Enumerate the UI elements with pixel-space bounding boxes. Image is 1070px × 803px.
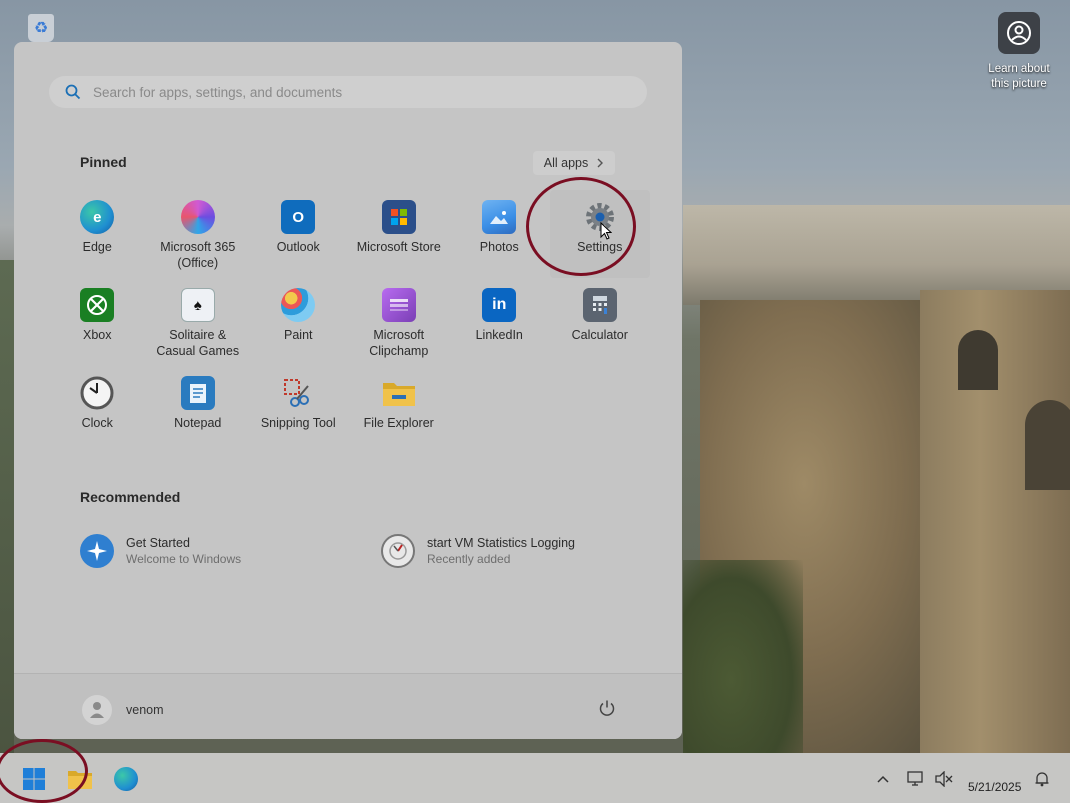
pinned-app-label: Microsoft Clipchamp: [369, 328, 429, 358]
microsoft365-icon: [180, 200, 215, 234]
power-icon: [599, 700, 615, 716]
all-apps-label: All apps: [543, 156, 589, 170]
notification-bell-icon: [1035, 772, 1049, 787]
wallpaper-arch: [958, 330, 998, 390]
volume-muted-icon: [935, 771, 953, 787]
pinned-app-label: File Explorer: [363, 416, 434, 430]
pinned-app-calculator[interactable]: Calculator: [550, 278, 651, 366]
file-explorer-icon: [382, 376, 416, 410]
wallpaper-hill: [0, 260, 14, 753]
pinned-app-solitaire[interactable]: ♠ Solitaire & Casual Games: [148, 278, 249, 366]
taskbar-edge[interactable]: [109, 762, 143, 796]
search-icon: [65, 84, 81, 100]
recycle-bin-icon: ♻: [28, 14, 54, 42]
pinned-app-paint[interactable]: Paint: [248, 278, 349, 366]
pinned-app-label: Outlook: [276, 240, 320, 254]
wallpaper-arch: [1025, 400, 1070, 490]
recommended-item-get-started[interactable]: Get Started Welcome to Windows: [80, 534, 241, 568]
windows-start-icon: [23, 768, 45, 790]
pinned-app-label: LinkedIn: [475, 328, 523, 342]
pinned-app-clipchamp[interactable]: Microsoft Clipchamp: [349, 278, 450, 366]
pinned-app-label: Edge: [82, 240, 112, 254]
notifications-button[interactable]: [1032, 769, 1052, 789]
pinned-app-outlook[interactable]: O Outlook: [248, 190, 349, 278]
pinned-app-microsoft-365[interactable]: Microsoft 365 (Office): [148, 190, 249, 278]
edge-icon: e: [80, 200, 115, 234]
pinned-app-label: Xbox: [83, 328, 112, 342]
pinned-apps-grid: e Edge Microsoft 365 (Office) O Outlook …: [47, 190, 650, 454]
pinned-app-label: Solitaire & Casual Games: [156, 328, 240, 358]
xbox-icon: [80, 288, 115, 322]
pinned-app-label: Microsoft 365 (Office): [160, 240, 236, 270]
camera-info-icon: [998, 12, 1040, 54]
power-button[interactable]: [594, 695, 620, 721]
recommended-item-subtitle: Welcome to Windows: [126, 551, 242, 566]
network-icon: [907, 771, 923, 786]
store-icon: [381, 200, 416, 234]
photos-icon: [482, 200, 517, 234]
pinned-app-xbox[interactable]: Xbox: [47, 278, 148, 366]
pinned-app-clock[interactable]: Clock: [47, 366, 148, 454]
show-hidden-icons-button[interactable]: [873, 769, 893, 789]
pinned-app-microsoft-store[interactable]: Microsoft Store: [349, 190, 450, 278]
taskbar: 5/21/2025: [0, 753, 1070, 803]
clock-icon: [80, 376, 114, 410]
search-placeholder: Search for apps, settings, and documents: [93, 84, 343, 100]
start-menu: Search for apps, settings, and documents…: [14, 42, 682, 739]
pinned-app-label: Clock: [81, 416, 113, 430]
pinned-app-label: Calculator: [571, 328, 628, 342]
taskbar-date[interactable]: 5/21/2025: [968, 780, 1021, 794]
paint-icon: [281, 288, 316, 322]
recommended-heading: Recommended: [80, 489, 181, 505]
learn-about-picture[interactable]: Learn about this picture: [982, 12, 1056, 92]
pinned-app-settings[interactable]: Settings: [549, 190, 650, 278]
volume-button[interactable]: [934, 769, 954, 789]
chevron-right-icon: [597, 158, 604, 168]
all-apps-button[interactable]: All apps: [533, 151, 615, 175]
pinned-app-label: Photos: [479, 240, 519, 254]
linkedin-icon: in: [482, 288, 517, 322]
get-started-icon: [80, 534, 114, 568]
start-menu-footer: venom: [14, 673, 682, 739]
pinned-app-photos[interactable]: Photos: [449, 190, 550, 278]
edge-icon: [114, 767, 138, 791]
solitaire-icon: ♠: [180, 288, 215, 322]
learn-about-picture-label: Learn about this picture: [988, 63, 1050, 90]
wallpaper-vegetation: [683, 560, 803, 753]
pinned-app-label: Microsoft Store: [356, 240, 441, 254]
chevron-up-icon: [877, 775, 889, 783]
pinned-app-edge[interactable]: e Edge: [47, 190, 148, 278]
user-name: venom: [126, 703, 164, 717]
network-button[interactable]: [906, 769, 926, 789]
recommended-item-title: Get Started: [126, 535, 190, 550]
pinned-app-label: Paint: [284, 328, 313, 342]
snipping-tool-icon: [281, 376, 315, 410]
pinned-app-linkedin[interactable]: in LinkedIn: [449, 278, 550, 366]
pinned-app-notepad[interactable]: Notepad: [148, 366, 249, 454]
file-explorer-icon: [68, 771, 92, 789]
notepad-icon: [180, 376, 215, 410]
clipchamp-icon: [381, 288, 416, 322]
pinned-heading: Pinned: [80, 154, 127, 170]
pinned-app-label: Notepad: [174, 416, 222, 430]
pinned-app-snipping-tool[interactable]: Snipping Tool: [248, 366, 349, 454]
search-box[interactable]: Search for apps, settings, and documents: [49, 76, 647, 108]
settings-gear-icon: [583, 200, 617, 234]
recommended-item-title: start VM Statistics Logging: [427, 535, 575, 550]
vm-statistics-icon: [381, 534, 415, 568]
user-account-button[interactable]: venom: [82, 695, 164, 725]
pinned-app-label: Snipping Tool: [260, 416, 336, 430]
pinned-app-file-explorer[interactable]: File Explorer: [349, 366, 450, 454]
recommended-item-subtitle: Recently added: [427, 551, 511, 566]
start-button[interactable]: [17, 762, 51, 796]
pinned-app-label: Settings: [577, 240, 623, 254]
recycle-bin-shortcut[interactable]: ♻: [24, 14, 58, 44]
taskbar-file-explorer[interactable]: [63, 762, 97, 796]
recommended-item-vm-statistics[interactable]: start VM Statistics Logging Recently add…: [381, 534, 575, 568]
calculator-icon: [582, 288, 617, 322]
outlook-icon: O: [281, 200, 316, 234]
avatar: [82, 695, 112, 725]
